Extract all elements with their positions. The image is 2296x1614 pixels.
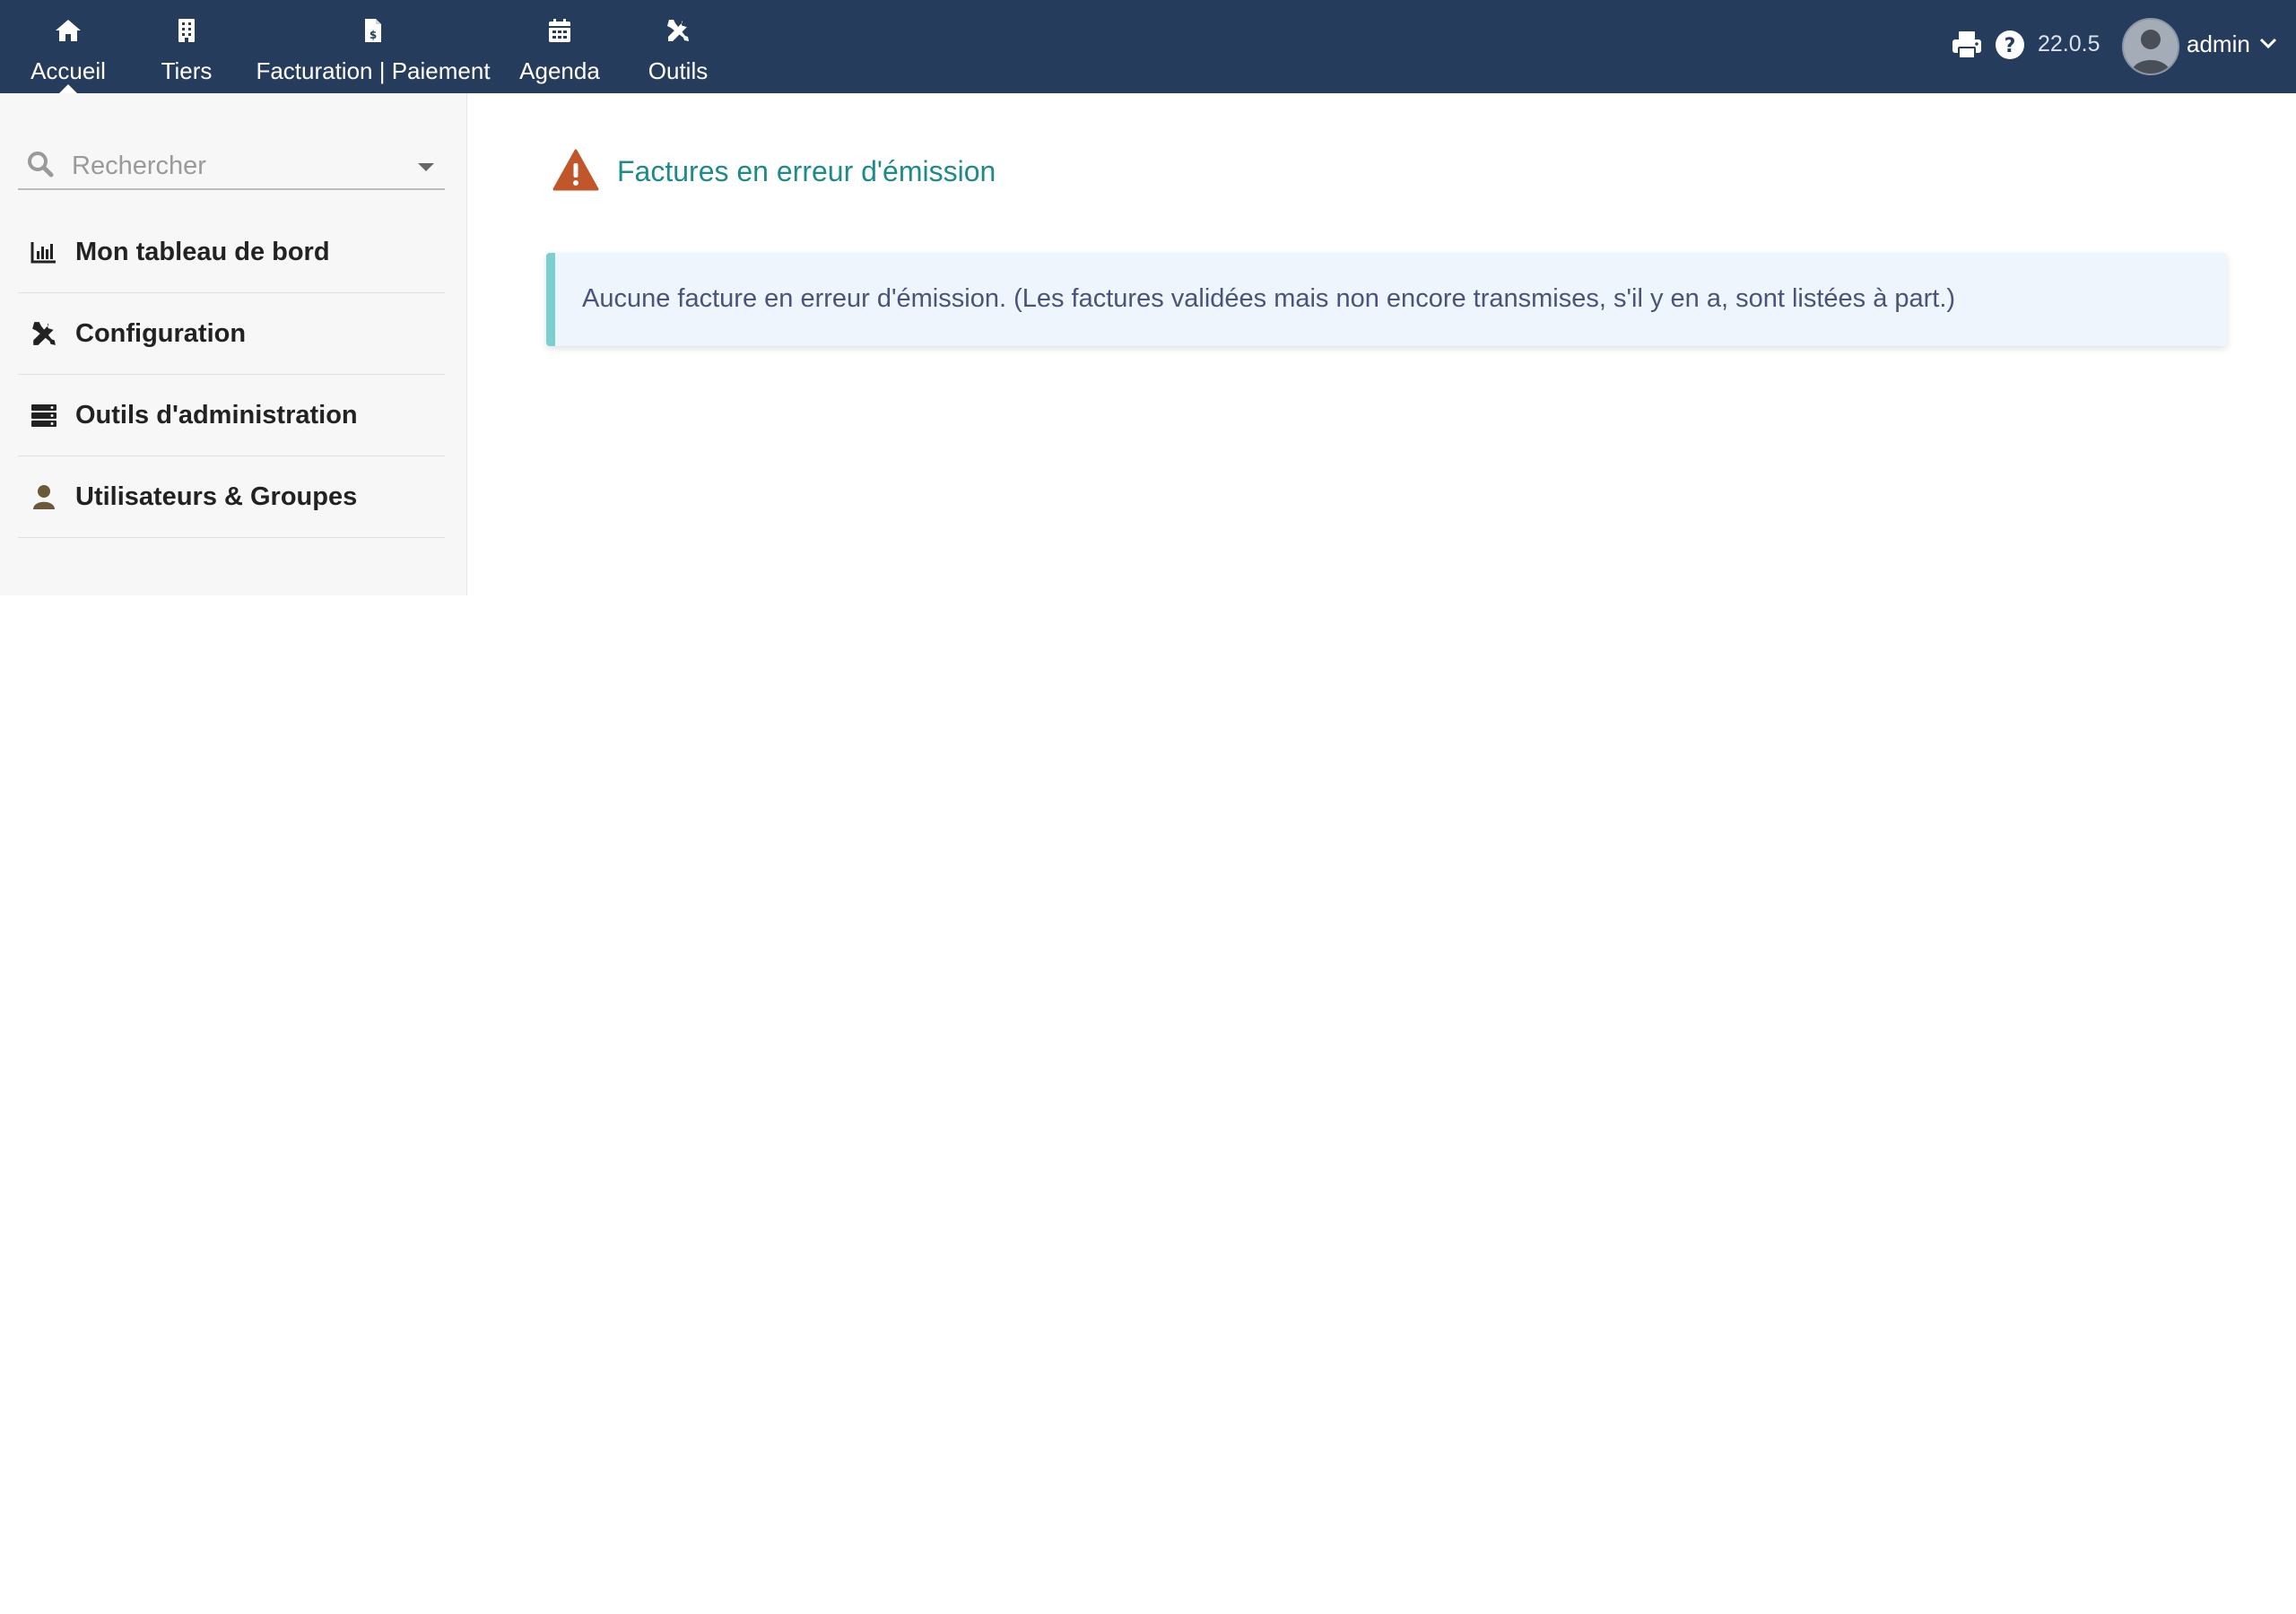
- avatar[interactable]: [2122, 18, 2179, 75]
- username[interactable]: admin: [2187, 30, 2250, 57]
- search-icon: [27, 151, 54, 178]
- topnav-facturation[interactable]: $ Facturation | Paiement: [253, 0, 493, 93]
- dropdown-caret-icon[interactable]: [418, 163, 434, 171]
- topnav-label: Facturation | Paiement: [256, 57, 491, 84]
- topnav-tiers[interactable]: Tiers: [151, 0, 222, 93]
- sidebar-item-configuration[interactable]: Configuration: [18, 293, 445, 375]
- page-title: Factures en erreur d'émission: [617, 155, 996, 187]
- topnav-accueil[interactable]: Accueil: [18, 0, 118, 93]
- sidebar-item-admin-tools[interactable]: Outils d'administration: [18, 375, 445, 456]
- svg-text:$: $: [370, 29, 377, 41]
- sidebar-item-label: Mon tableau de bord: [75, 238, 330, 266]
- topnav-label: Outils: [648, 57, 709, 84]
- home-icon: [55, 18, 82, 43]
- info-message: Aucune facture en erreur d'émission. (Le…: [582, 284, 1956, 313]
- sidebar-item-label: Outils d'administration: [75, 401, 358, 430]
- sidebar: Rechercher Mon tableau de bord Configura…: [0, 93, 467, 595]
- server-icon: [30, 402, 57, 429]
- search-placeholder: Rechercher: [72, 152, 206, 180]
- search-input[interactable]: Rechercher: [18, 143, 445, 190]
- help-icon[interactable]: ?: [1995, 30, 2025, 60]
- topnav-label: Accueil: [30, 57, 106, 84]
- topnav-label: Agenda: [519, 57, 600, 84]
- tools-icon: [665, 18, 691, 43]
- sidebar-item-label: Configuration: [75, 319, 247, 348]
- user-icon: [30, 483, 57, 510]
- sidebar-item-label: Utilisateurs & Groupes: [75, 482, 358, 511]
- version-label: 22.0.5: [2038, 31, 2100, 56]
- top-navbar: Accueil Tiers $ Facturation | Paiement A…: [0, 0, 2296, 93]
- sidebar-item-dashboard[interactable]: Mon tableau de bord: [18, 212, 445, 293]
- sidebar-menu: Mon tableau de bord Configuration Outils…: [18, 212, 445, 538]
- tools-icon: [30, 320, 57, 347]
- building-icon: [177, 18, 196, 43]
- topnav-agenda[interactable]: Agenda: [515, 0, 604, 93]
- printer-icon[interactable]: [1951, 29, 1983, 61]
- invoice-icon: $: [363, 18, 383, 43]
- sidebar-item-users-groups[interactable]: Utilisateurs & Groupes: [18, 456, 445, 538]
- active-indicator: [59, 84, 77, 93]
- topnav-label: Tiers: [161, 57, 213, 84]
- info-message-box: Aucune facture en erreur d'émission. (Le…: [546, 253, 2227, 346]
- chart-icon: [30, 239, 57, 265]
- warning-icon: [552, 149, 599, 192]
- chevron-down-icon[interactable]: [2258, 36, 2278, 50]
- topnav-outils[interactable]: Outils: [639, 0, 718, 93]
- calendar-icon: [548, 18, 571, 43]
- svg-text:?: ?: [2005, 35, 2016, 57]
